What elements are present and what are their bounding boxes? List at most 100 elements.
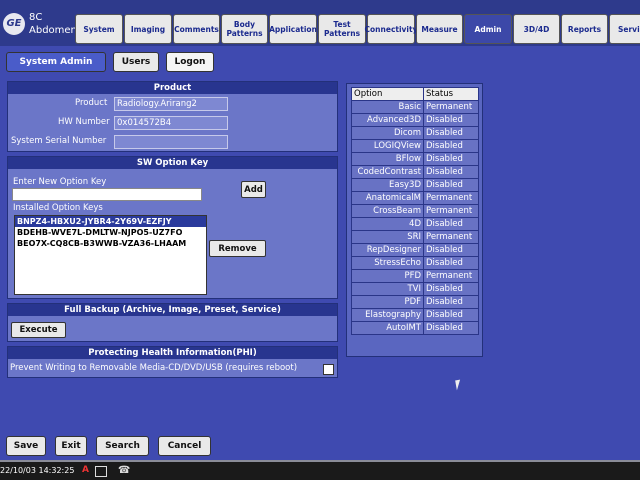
- product-section-title: Product: [8, 82, 337, 94]
- table-row: PDF Disabled: [351, 295, 479, 309]
- option-name: Basic: [351, 100, 424, 114]
- table-row: RepDesigner Disabled: [351, 243, 479, 257]
- serial-number-value: [114, 135, 228, 149]
- option-status: Permanent: [423, 230, 479, 244]
- subtab-users[interactable]: Users: [113, 52, 159, 72]
- option-name: BFlow: [351, 152, 424, 166]
- tab-test-patterns[interactable]: Test Patterns: [318, 14, 366, 44]
- add-button[interactable]: Add: [241, 181, 266, 198]
- option-status: Disabled: [423, 308, 479, 322]
- prevent-writing-checkbox[interactable]: [323, 364, 334, 375]
- list-item[interactable]: BEO7X-CQ8CB-B3WWB-VZA36-LHAAM: [15, 238, 206, 249]
- option-name: AnatomicalM: [351, 191, 424, 205]
- tab-reports[interactable]: Reports: [561, 14, 608, 44]
- installed-keys-list[interactable]: BNPZ4-HBXU2-JYBR4-2Y69V-EZFJY BDEHB-WVE7…: [14, 215, 207, 295]
- tab-connectivity[interactable]: Connectivity: [365, 14, 417, 44]
- option-name: Easy3D: [351, 178, 424, 192]
- option-status: Permanent: [423, 100, 479, 114]
- execute-button[interactable]: Execute: [11, 322, 66, 338]
- list-item[interactable]: BDEHB-WVE7L-DMLTW-NJPO5-UZ7FO: [15, 227, 206, 238]
- list-item[interactable]: BNPZ4-HBXU2-JYBR4-2Y69V-EZFJY: [15, 216, 206, 227]
- remove-button[interactable]: Remove: [209, 240, 266, 257]
- table-row: SRI Permanent: [351, 230, 479, 244]
- tab-system[interactable]: System: [75, 14, 123, 44]
- options-grid: Option Status Basic Permanent Advanced3D D…: [351, 87, 479, 335]
- option-status: Disabled: [423, 139, 479, 153]
- probe-name: 8C: [29, 12, 43, 23]
- option-status: Disabled: [423, 217, 479, 231]
- table-row: LOGIQView Disabled: [351, 139, 479, 153]
- tab-body-patterns[interactable]: Body Patterns: [221, 14, 268, 44]
- tab-measure[interactable]: Measure: [416, 14, 463, 44]
- option-status: Disabled: [423, 152, 479, 166]
- table-row: TVI Disabled: [351, 282, 479, 296]
- serial-number-label: System Serial Number: [11, 136, 107, 146]
- option-name: PDF: [351, 295, 424, 309]
- table-row: StressEcho Disabled: [351, 256, 479, 270]
- exit-button[interactable]: Exit: [55, 436, 87, 456]
- hw-number-value: 0x014572B4: [114, 116, 228, 130]
- preset-name: Abdomen: [29, 25, 77, 36]
- option-status: Disabled: [423, 256, 479, 270]
- option-name: Elastography: [351, 308, 424, 322]
- probe-info: 8C Abdomen: [29, 11, 77, 37]
- option-name: PFD: [351, 269, 424, 283]
- option-status: Disabled: [423, 243, 479, 257]
- top-bar: GE 8C Abdomen System Imaging Comments Bo…: [0, 0, 640, 46]
- table-header: Option Status: [351, 87, 479, 101]
- table-row: BFlow Disabled: [351, 152, 479, 166]
- ge-logo: GE: [3, 13, 25, 35]
- option-name: AutoIMT: [351, 321, 424, 335]
- phone-icon: ☎: [118, 465, 131, 476]
- enter-option-key-label: Enter New Option Key: [13, 177, 107, 187]
- prevent-writing-label: Prevent Writing to Removable Media-CD/DV…: [10, 363, 298, 373]
- option-status: Permanent: [423, 191, 479, 205]
- option-name: SRI: [351, 230, 424, 244]
- product-value: Radiology.Arirang2: [114, 97, 228, 111]
- network-icon: [95, 466, 107, 477]
- table-row: AnatomicalM Permanent: [351, 191, 479, 205]
- tab-application[interactable]: Application: [269, 14, 317, 44]
- subtab-system-admin[interactable]: System Admin: [6, 52, 106, 72]
- table-row: CrossBeam Permanent: [351, 204, 479, 218]
- options-table: Option Status Basic Permanent Advanced3D D…: [346, 83, 483, 357]
- table-row: Elastography Disabled: [351, 308, 479, 322]
- tab-imaging[interactable]: Imaging: [124, 14, 172, 44]
- option-name: CrossBeam: [351, 204, 424, 218]
- product-label: Product: [75, 98, 108, 108]
- hw-number-label: HW Number: [58, 117, 110, 127]
- table-row: CodedContrast Disabled: [351, 165, 479, 179]
- phi-section: Protecting Health Information(PHI): [7, 346, 338, 378]
- tab-3d4d[interactable]: 3D/4D: [513, 14, 560, 44]
- option-status: Disabled: [423, 282, 479, 296]
- option-status: Disabled: [423, 165, 479, 179]
- option-status: Disabled: [423, 126, 479, 140]
- option-name: CodedContrast: [351, 165, 424, 179]
- tab-comments[interactable]: Comments: [173, 14, 220, 44]
- save-button[interactable]: Save: [6, 436, 46, 456]
- table-row: AutoIMT Disabled: [351, 321, 479, 335]
- option-status: Permanent: [423, 204, 479, 218]
- option-name: RepDesigner: [351, 243, 424, 257]
- table-row: Advanced3D Disabled: [351, 113, 479, 127]
- option-name: StressEcho: [351, 256, 424, 270]
- option-key-input[interactable]: [12, 188, 202, 201]
- option-name: TVI: [351, 282, 424, 296]
- phi-section-title: Protecting Health Information(PHI): [8, 347, 337, 359]
- option-status: Disabled: [423, 295, 479, 309]
- tab-admin[interactable]: Admin: [464, 14, 512, 44]
- search-button[interactable]: Search: [96, 436, 149, 456]
- installed-keys-label: Installed Option Keys: [13, 203, 103, 213]
- tab-service[interactable]: Servi: [609, 14, 640, 44]
- table-row: Easy3D Disabled: [351, 178, 479, 192]
- cancel-button[interactable]: Cancel: [158, 436, 211, 456]
- table-row: Basic Permanent: [351, 100, 479, 114]
- backup-section-title: Full Backup (Archive, Image, Preset, Ser…: [8, 304, 337, 316]
- subtab-logon[interactable]: Logon: [166, 52, 214, 72]
- table-row: PFD Permanent: [351, 269, 479, 283]
- option-status: Disabled: [423, 178, 479, 192]
- sw-option-section-title: SW Option Key: [8, 157, 337, 169]
- option-name: Dicom: [351, 126, 424, 140]
- column-header-option: Option: [351, 87, 424, 101]
- option-status: Disabled: [423, 113, 479, 127]
